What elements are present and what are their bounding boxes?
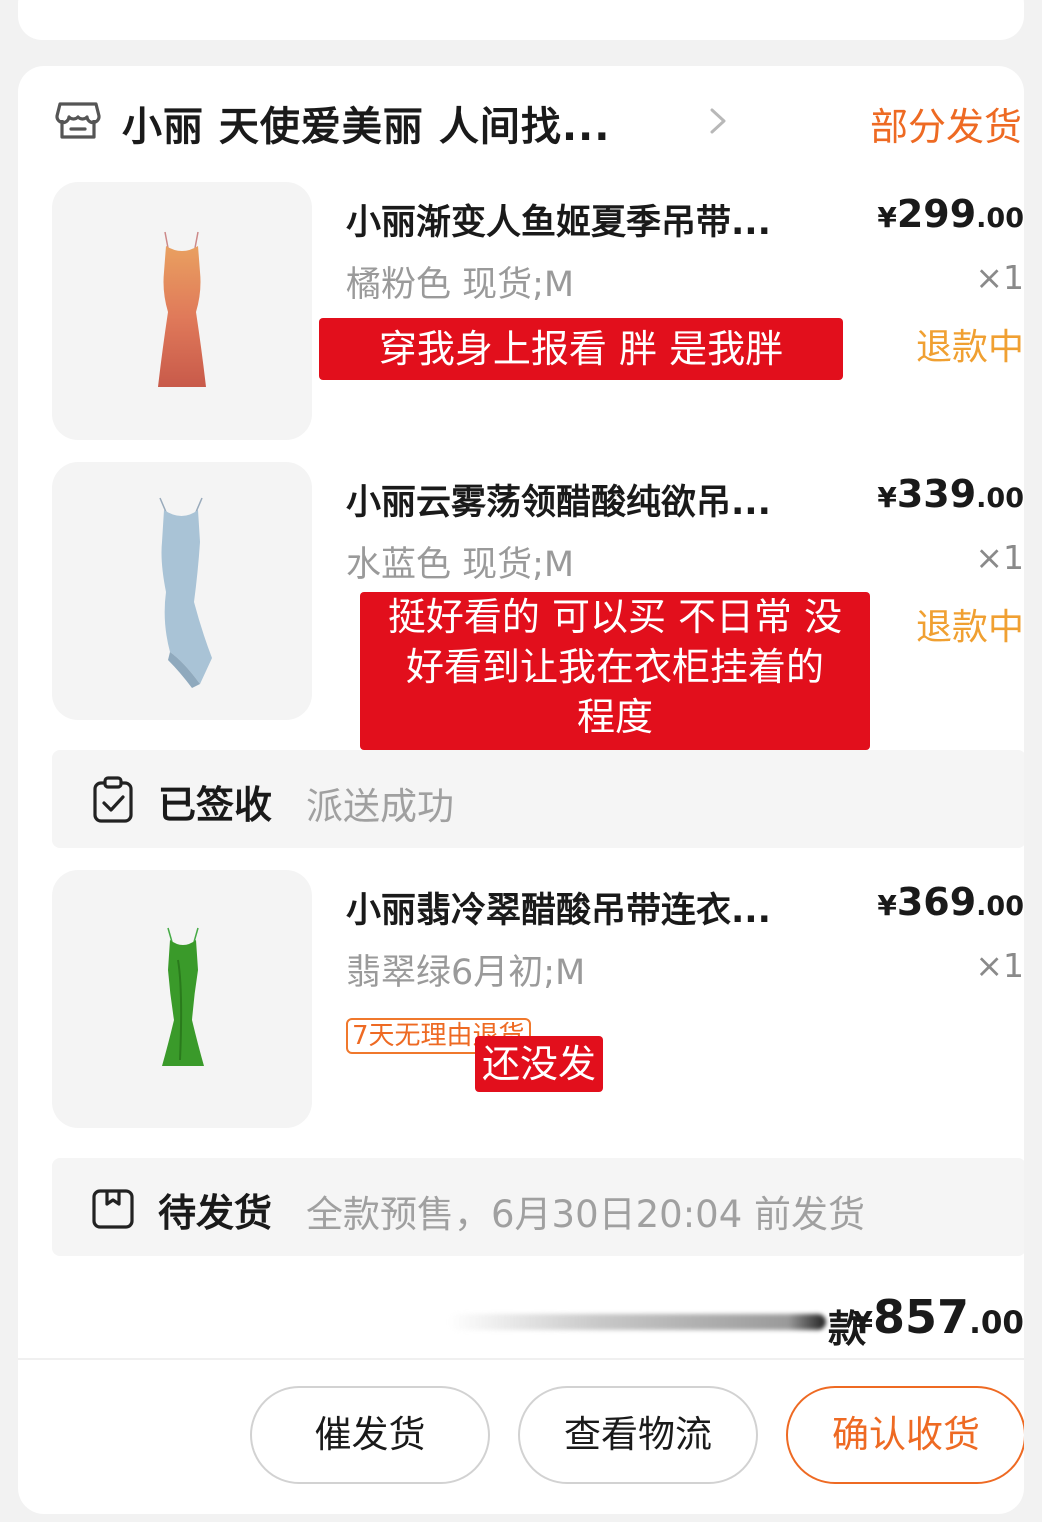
signed-status-desc: 派送成功 — [306, 785, 454, 828]
redacted-text — [448, 1314, 826, 1330]
dress-image — [159, 497, 212, 688]
confirm-receipt-button[interactable]: 确认收货 — [786, 1386, 1024, 1484]
product-title[interactable]: 小丽翡冷翠醋酸吊带连衣... — [346, 882, 846, 933]
view-logistics-button[interactable]: 查看物流 — [518, 1386, 758, 1484]
shop-name[interactable]: 小丽 天使爱美丽 人间找... — [122, 94, 610, 152]
shop-header[interactable]: 小丽 天使爱美丽 人间找... 部分发货 — [18, 66, 1024, 176]
order-status: 部分发货 — [869, 105, 1022, 149]
product-quantity: ×1 — [975, 538, 1024, 577]
product-spec: 水蓝色 现货;M — [346, 545, 575, 585]
chevron-right-icon[interactable] — [706, 106, 730, 136]
order-item[interactable]: 小丽渐变人鱼姬夏季吊带... 橘粉色 现货;M ¥299.00 ×1 退款中 穿… — [18, 182, 1024, 442]
product-spec: 橘粉色 现货;M — [346, 265, 575, 305]
product-quantity: ×1 — [975, 258, 1024, 297]
refund-status[interactable]: 退款中 — [916, 318, 1024, 370]
order-total: 款 ¥857.00 — [18, 1280, 1024, 1360]
signed-status-title: 已签收 — [158, 783, 273, 827]
pending-status-title: 待发货 — [158, 1191, 273, 1235]
product-image[interactable] — [52, 870, 312, 1128]
refund-status[interactable]: 退款中 — [916, 598, 1024, 650]
product-image[interactable] — [52, 462, 312, 720]
previous-order-card — [18, 0, 1024, 40]
divider — [18, 1358, 1024, 1360]
annotation-overlay: 还没发 — [475, 1036, 603, 1092]
total-price: ¥857.00 — [852, 1290, 1024, 1344]
order-card: 小丽 天使爱美丽 人间找... 部分发货 小丽渐变人鱼姬夏季吊带... 橘粉色 … — [18, 66, 1024, 1514]
signed-status-bar[interactable]: 已签收 派送成功 — [52, 750, 1024, 848]
annotation-overlay: 挺好看的 可以买 不日常 没 好看到让我在衣柜挂着的 程度 — [360, 592, 870, 750]
dress-image — [158, 231, 206, 387]
product-price: ¥299.00 — [877, 192, 1024, 236]
package-icon — [92, 1189, 134, 1229]
product-image[interactable] — [52, 182, 312, 440]
clipboard-check-icon — [93, 776, 133, 823]
product-quantity: ×1 — [975, 946, 1024, 985]
product-price: ¥369.00 — [877, 880, 1024, 924]
product-title[interactable]: 小丽云雾荡领醋酸纯欲吊... — [346, 474, 846, 525]
product-spec: 翡翠绿6月初;M — [346, 953, 586, 993]
pending-status-desc: 全款预售，6月30日20:04 前发货 — [306, 1193, 866, 1236]
annotation-overlay: 穿我身上报看 胖 是我胖 — [319, 318, 843, 380]
remind-shipping-button[interactable]: 催发货 — [250, 1386, 490, 1484]
order-item[interactable]: 小丽翡冷翠醋酸吊带连衣... 翡翠绿6月初;M ¥369.00 ×1 7天无理由… — [18, 870, 1024, 1130]
order-item[interactable]: 小丽云雾荡领醋酸纯欲吊... 水蓝色 现货;M ¥339.00 ×1 退款中 挺… — [18, 462, 1024, 750]
product-price: ¥339.00 — [877, 472, 1024, 516]
dress-image — [162, 927, 204, 1066]
pending-status-bar[interactable]: 待发货 全款预售，6月30日20:04 前发货 — [52, 1158, 1024, 1256]
shop-icon — [55, 102, 101, 139]
product-title[interactable]: 小丽渐变人鱼姬夏季吊带... — [346, 194, 846, 245]
